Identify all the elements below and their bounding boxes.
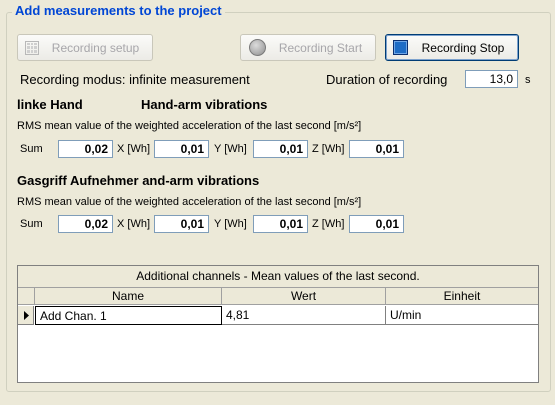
row-pointer-icon — [24, 311, 29, 320]
recording-stop-label: Recording Stop — [421, 40, 505, 55]
section1-x-field[interactable]: 0,01 — [154, 140, 209, 158]
duration-unit: s — [525, 74, 531, 86]
section1-y-field[interactable]: 0,01 — [253, 140, 308, 158]
section1-x-label: X [Wh] — [117, 143, 151, 155]
section1-sum-field[interactable]: 0,02 — [58, 140, 113, 158]
record-circle-icon — [249, 39, 266, 56]
duration-field[interactable]: 13,0 — [465, 70, 518, 88]
grid-caption: Additional channels - Mean values of the… — [18, 266, 538, 288]
section1-title-left: linke Hand — [17, 97, 83, 112]
section2-z-field[interactable]: 0,01 — [349, 215, 404, 233]
section2-y-field[interactable]: 0,01 — [253, 215, 308, 233]
stop-square-icon — [393, 40, 408, 55]
recording-start-button[interactable]: Recording Start — [240, 34, 376, 61]
section2-description: RMS mean value of the weighted accelerat… — [17, 196, 362, 208]
section2-x-field[interactable]: 0,01 — [154, 215, 209, 233]
section1-sum-label: Sum — [20, 143, 43, 155]
row-selector[interactable] — [18, 306, 34, 325]
section2-z-label: Z [Wh] — [312, 218, 345, 230]
recording-setup-label: Recording setup — [51, 40, 140, 55]
section1-z-label: Z [Wh] — [312, 143, 345, 155]
column-header-einheit[interactable]: Einheit — [386, 288, 538, 305]
section2-sum-label: Sum — [20, 218, 43, 230]
duration-label: Duration of recording — [326, 72, 448, 87]
cell-wert[interactable]: 4,81 — [222, 306, 386, 325]
section1-y-label: Y [Wh] — [214, 143, 247, 155]
section1-title-right: Hand-arm vibrations — [141, 97, 268, 112]
section1-description: RMS mean value of the weighted accelerat… — [17, 120, 362, 132]
column-header-wert[interactable]: Wert — [222, 288, 386, 305]
section2-y-label: Y [Wh] — [214, 218, 247, 230]
recording-start-label: Recording Start — [278, 40, 363, 55]
section2-title: Gasgriff Aufnehmer and-arm vibrations — [17, 173, 260, 188]
recording-setup-button[interactable]: Recording setup — [17, 34, 153, 61]
additional-channels-grid: Additional channels - Mean values of the… — [17, 265, 539, 383]
grid-icon — [25, 40, 39, 55]
recording-modus-label: Recording modus: infinite measurement — [20, 72, 250, 87]
section1-z-field[interactable]: 0,01 — [349, 140, 404, 158]
grid-corner-header — [18, 288, 35, 305]
section2-sum-field[interactable]: 0,02 — [58, 215, 113, 233]
column-header-name[interactable]: Name — [35, 288, 222, 305]
group-title: Add measurements to the project — [12, 3, 225, 18]
cell-name[interactable]: Add Chan. 1 — [35, 306, 222, 325]
section2-x-label: X [Wh] — [117, 218, 151, 230]
recording-stop-button[interactable]: Recording Stop — [385, 34, 519, 61]
cell-einheit[interactable]: U/min — [386, 306, 538, 325]
